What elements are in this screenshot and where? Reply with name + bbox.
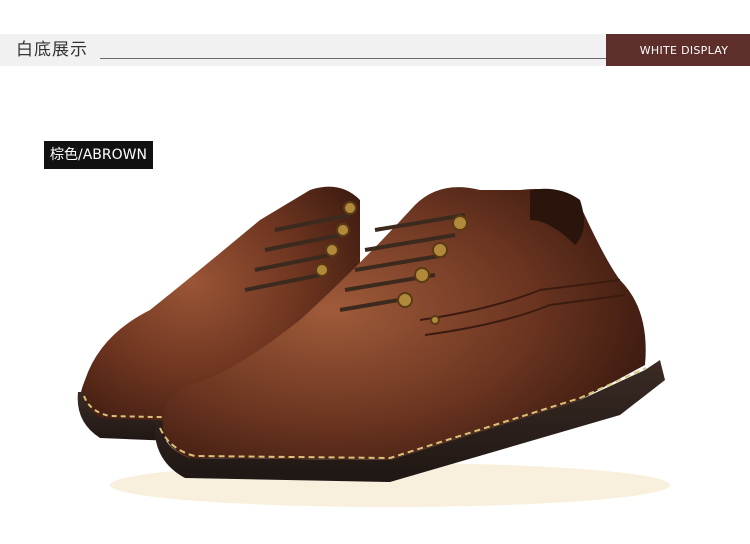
product-image-shoes (77, 186, 670, 507)
header-divider-line (100, 58, 612, 59)
section-title: 白底展示 (16, 40, 88, 60)
white-display-badge: WHITE DISPLAY (606, 34, 750, 66)
